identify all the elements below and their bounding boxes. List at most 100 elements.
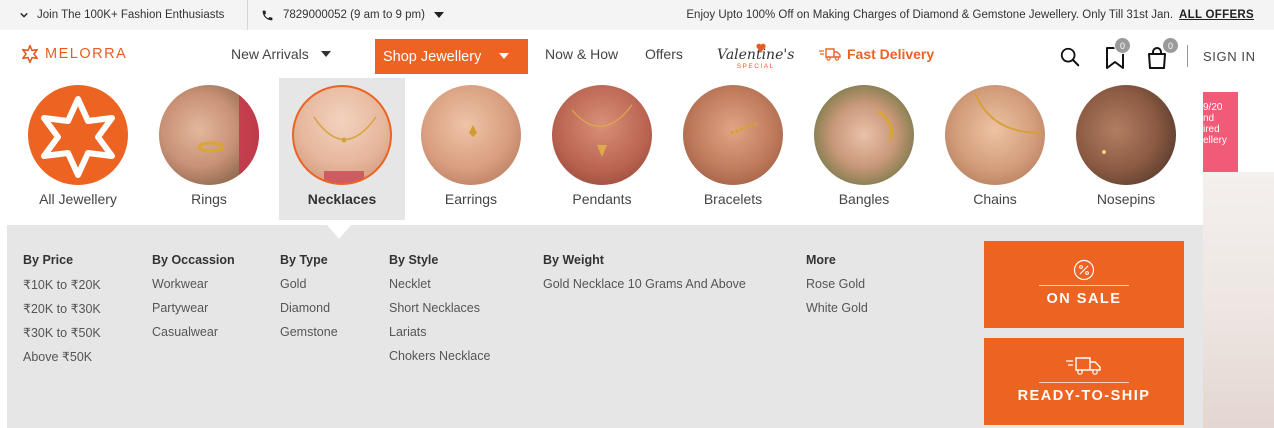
category-label: Rings — [191, 191, 227, 207]
filter-link[interactable]: Casualwear — [152, 325, 235, 349]
peek-line: nd — [1203, 113, 1215, 124]
filter-column-more: More Rose Gold White Gold — [806, 253, 868, 325]
rings-photo — [159, 85, 259, 185]
category-label: Nosepins — [1096, 191, 1156, 207]
filter-link[interactable]: Above ₹50K — [23, 349, 101, 373]
column-heading: More — [806, 253, 836, 267]
column-heading: By Style — [389, 253, 439, 267]
filter-link[interactable]: Gold — [280, 277, 338, 301]
chains-photo — [945, 85, 1045, 185]
filter-link[interactable]: Chokers Necklace — [389, 349, 490, 373]
nosepin-illustration — [1102, 150, 1106, 154]
filter-link[interactable]: Lariats — [389, 325, 490, 349]
category-earrings[interactable]: Earrings — [408, 78, 534, 220]
nav-offers[interactable]: Offers — [645, 34, 683, 74]
ready-to-ship-label: READY-TO-SHIP — [1017, 388, 1151, 404]
on-sale-label: ON SALE — [1046, 291, 1122, 307]
nosepins-photo — [1076, 85, 1176, 185]
category-label: All Jewellery — [39, 191, 117, 207]
promo-divider — [1039, 382, 1129, 383]
percent-badge-icon — [1073, 259, 1095, 281]
category-label: Chains — [973, 191, 1017, 207]
filter-link[interactable]: White Gold — [806, 301, 868, 325]
category-bracelets[interactable]: Bracelets — [670, 78, 796, 220]
category-label: Necklaces — [307, 191, 377, 207]
filter-link[interactable]: Workwear — [152, 277, 235, 301]
column-heading: By Occassion — [152, 253, 235, 267]
delivery-truck-icon — [1066, 357, 1101, 375]
promo-text: Enjoy Upto 100% Off on Making Charges of… — [686, 9, 1174, 21]
filter-link[interactable]: Necklet — [389, 277, 490, 301]
category-label: Pendants — [572, 191, 632, 207]
dropdown-pointer — [327, 225, 351, 239]
category-nosepins[interactable]: Nosepins — [1063, 78, 1189, 220]
header-divider — [1187, 45, 1188, 67]
earrings-photo — [421, 85, 521, 185]
phone-contact[interactable]: 7829000052 (9 am to 9 pm) — [261, 0, 444, 30]
phone-text: 7829000052 (9 am to 9 pm) — [283, 9, 425, 21]
nav-now-how-label: Now & How — [545, 46, 619, 62]
category-all-jewellery[interactable]: All Jewellery — [15, 78, 141, 220]
on-sale-promo-card[interactable]: ON SALE — [984, 241, 1184, 328]
nav-new-arrivals[interactable]: New Arrivals — [231, 34, 331, 74]
chevron-down-icon — [20, 12, 28, 18]
necklaces-photo — [292, 85, 392, 185]
column-heading: By Weight — [543, 253, 604, 267]
filter-column-by-type: By Type Gold Diamond Gemstone — [280, 253, 338, 349]
category-pendants[interactable]: Pendants — [539, 78, 665, 220]
caret-down-icon — [433, 12, 444, 18]
filter-link[interactable]: ₹10K to ₹20K — [23, 277, 101, 301]
filter-link[interactable]: ₹20K to ₹30K — [23, 301, 101, 325]
sign-in-link[interactable]: SIGN IN — [1203, 34, 1256, 78]
bangle-illustration — [877, 109, 893, 142]
nav-now-how[interactable]: Now & How — [545, 34, 618, 74]
pendant-illustration — [571, 104, 633, 157]
main-header: MELORRA New Arrivals Shop Jewellery Now … — [7, 34, 1267, 78]
pendants-photo — [552, 85, 652, 185]
category-label: Bangles — [838, 191, 890, 207]
category-necklaces[interactable]: Necklaces — [279, 78, 405, 220]
filter-link[interactable]: Short Necklaces — [389, 301, 490, 325]
nav-offers-label: Offers — [645, 46, 683, 62]
filter-link[interactable]: Diamond — [280, 301, 338, 325]
all-offers-link[interactable]: ALL OFFERS — [1179, 9, 1254, 21]
search-button[interactable] — [1059, 46, 1083, 70]
star-logo-icon — [41, 96, 115, 178]
ring-illustration — [197, 85, 259, 185]
chain-illustration — [974, 92, 1042, 134]
nav-fast-delivery[interactable]: Fast Delivery — [819, 34, 934, 74]
category-chains[interactable]: Chains — [932, 78, 1058, 220]
background-photo-peek — [1203, 172, 1274, 428]
category-rings[interactable]: Rings — [146, 78, 272, 220]
nav-valentines-special[interactable]: Valentine's SPECIAL — [717, 38, 794, 78]
category-label: Bracelets — [703, 191, 763, 207]
column-heading: By Type — [280, 253, 328, 267]
filter-column-by-weight: By Weight Gold Necklace 10 Grams And Abo… — [543, 253, 746, 301]
filter-link[interactable]: Rose Gold — [806, 277, 868, 301]
search-icon — [1060, 47, 1080, 67]
brand-logo[interactable]: MELORRA — [21, 45, 127, 63]
all-jewellery-thumbnail — [28, 85, 128, 185]
caret-down-icon — [499, 53, 510, 59]
promo-divider — [1039, 285, 1129, 286]
category-bangles[interactable]: Bangles — [801, 78, 927, 220]
valentines-sub-label: SPECIAL — [736, 63, 775, 70]
wishlist-count-badge: 0 — [1114, 37, 1131, 54]
category-label: Earrings — [444, 191, 498, 207]
necklace-illustration — [313, 116, 377, 183]
ready-to-ship-promo-card[interactable]: READY-TO-SHIP — [984, 338, 1184, 425]
filter-link[interactable]: Gold Necklace 10 Grams And Above — [543, 277, 746, 301]
page: { "topbar": { "join_text": "Join The 100… — [0, 0, 1274, 428]
filter-column-by-style: By Style Necklet Short Necklaces Lariats… — [389, 253, 490, 373]
nav-shop-jewellery[interactable]: Shop Jewellery — [375, 39, 528, 74]
join-community-dropdown[interactable]: Join The 100K+ Fashion Enthusiasts — [20, 0, 224, 30]
filter-link[interactable]: Partywear — [152, 301, 235, 325]
phone-icon — [262, 10, 273, 20]
filter-link[interactable]: Gemstone — [280, 325, 338, 349]
nav-new-arrivals-label: New Arrivals — [231, 46, 309, 62]
logo-text: MELORRA — [45, 46, 128, 62]
top-utility-bar: Join The 100K+ Fashion Enthusiasts 78290… — [0, 0, 1274, 30]
filter-link[interactable]: ₹30K to ₹50K — [23, 325, 101, 349]
filter-column-by-occasion: By Occassion Workwear Partywear Casualwe… — [152, 253, 235, 349]
caret-down-icon — [320, 50, 331, 57]
